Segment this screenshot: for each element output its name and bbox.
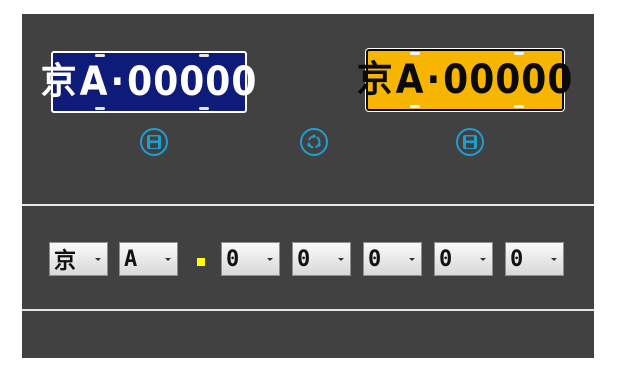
- plate-letter: A: [395, 57, 425, 103]
- section-divider: [22, 204, 594, 206]
- dropdown-arrow-icon: [95, 257, 101, 261]
- plate-rivet: [514, 105, 524, 108]
- plate-rivet: [199, 107, 209, 110]
- digit-3-select[interactable]: 0: [363, 242, 422, 276]
- plate-rivet: [514, 52, 524, 55]
- blue-license-plate: 京 A · 00000: [41, 51, 256, 113]
- save-icon: [147, 135, 161, 149]
- dropdown-arrow-icon: [551, 257, 557, 261]
- digit-4-select[interactable]: 0: [434, 242, 493, 276]
- select-value: A: [124, 246, 138, 272]
- select-value: 0: [297, 246, 311, 272]
- select-value: 0: [226, 246, 240, 272]
- section-divider: [22, 309, 594, 311]
- digit-5-select[interactable]: 0: [505, 242, 564, 276]
- dropdown-arrow-icon: [165, 257, 171, 261]
- plate-dot: ·: [426, 57, 442, 103]
- plate-rivet: [199, 54, 209, 57]
- select-value: 0: [368, 246, 382, 272]
- plate-rivet: [95, 107, 105, 110]
- province-select[interactable]: 京: [49, 242, 108, 276]
- save-blue-plate-button[interactable]: [140, 128, 168, 156]
- separator-dot: [197, 258, 205, 266]
- select-value: 0: [439, 246, 453, 272]
- plate-generator-panel: 京 A · 00000 京 A · 00000 京 A 0 0 0 0 0: [22, 14, 594, 358]
- digit-2-select[interactable]: 0: [292, 242, 351, 276]
- plate-rivet: [410, 52, 420, 55]
- letter-select[interactable]: A: [119, 242, 178, 276]
- plate-number: 00000: [443, 57, 574, 103]
- save-icon: [463, 135, 477, 149]
- plate-province: 京: [356, 59, 394, 100]
- refresh-icon: [307, 134, 321, 149]
- dropdown-arrow-icon: [480, 257, 486, 261]
- plate-rivet: [410, 105, 420, 108]
- plate-rivet: [95, 54, 105, 57]
- refresh-button[interactable]: [300, 128, 328, 156]
- dropdown-arrow-icon: [338, 257, 344, 261]
- dropdown-arrow-icon: [409, 257, 415, 261]
- select-value: 京: [54, 249, 77, 274]
- plate-letter: A: [79, 59, 109, 105]
- plate-dot: ·: [110, 59, 126, 105]
- plate-province: 京: [40, 61, 78, 102]
- yellow-license-plate: 京 A · 00000: [357, 49, 572, 111]
- save-yellow-plate-button[interactable]: [456, 128, 484, 156]
- plate-number: 00000: [127, 59, 258, 105]
- select-value: 0: [510, 246, 524, 272]
- dropdown-arrow-icon: [267, 257, 273, 261]
- digit-1-select[interactable]: 0: [221, 242, 280, 276]
